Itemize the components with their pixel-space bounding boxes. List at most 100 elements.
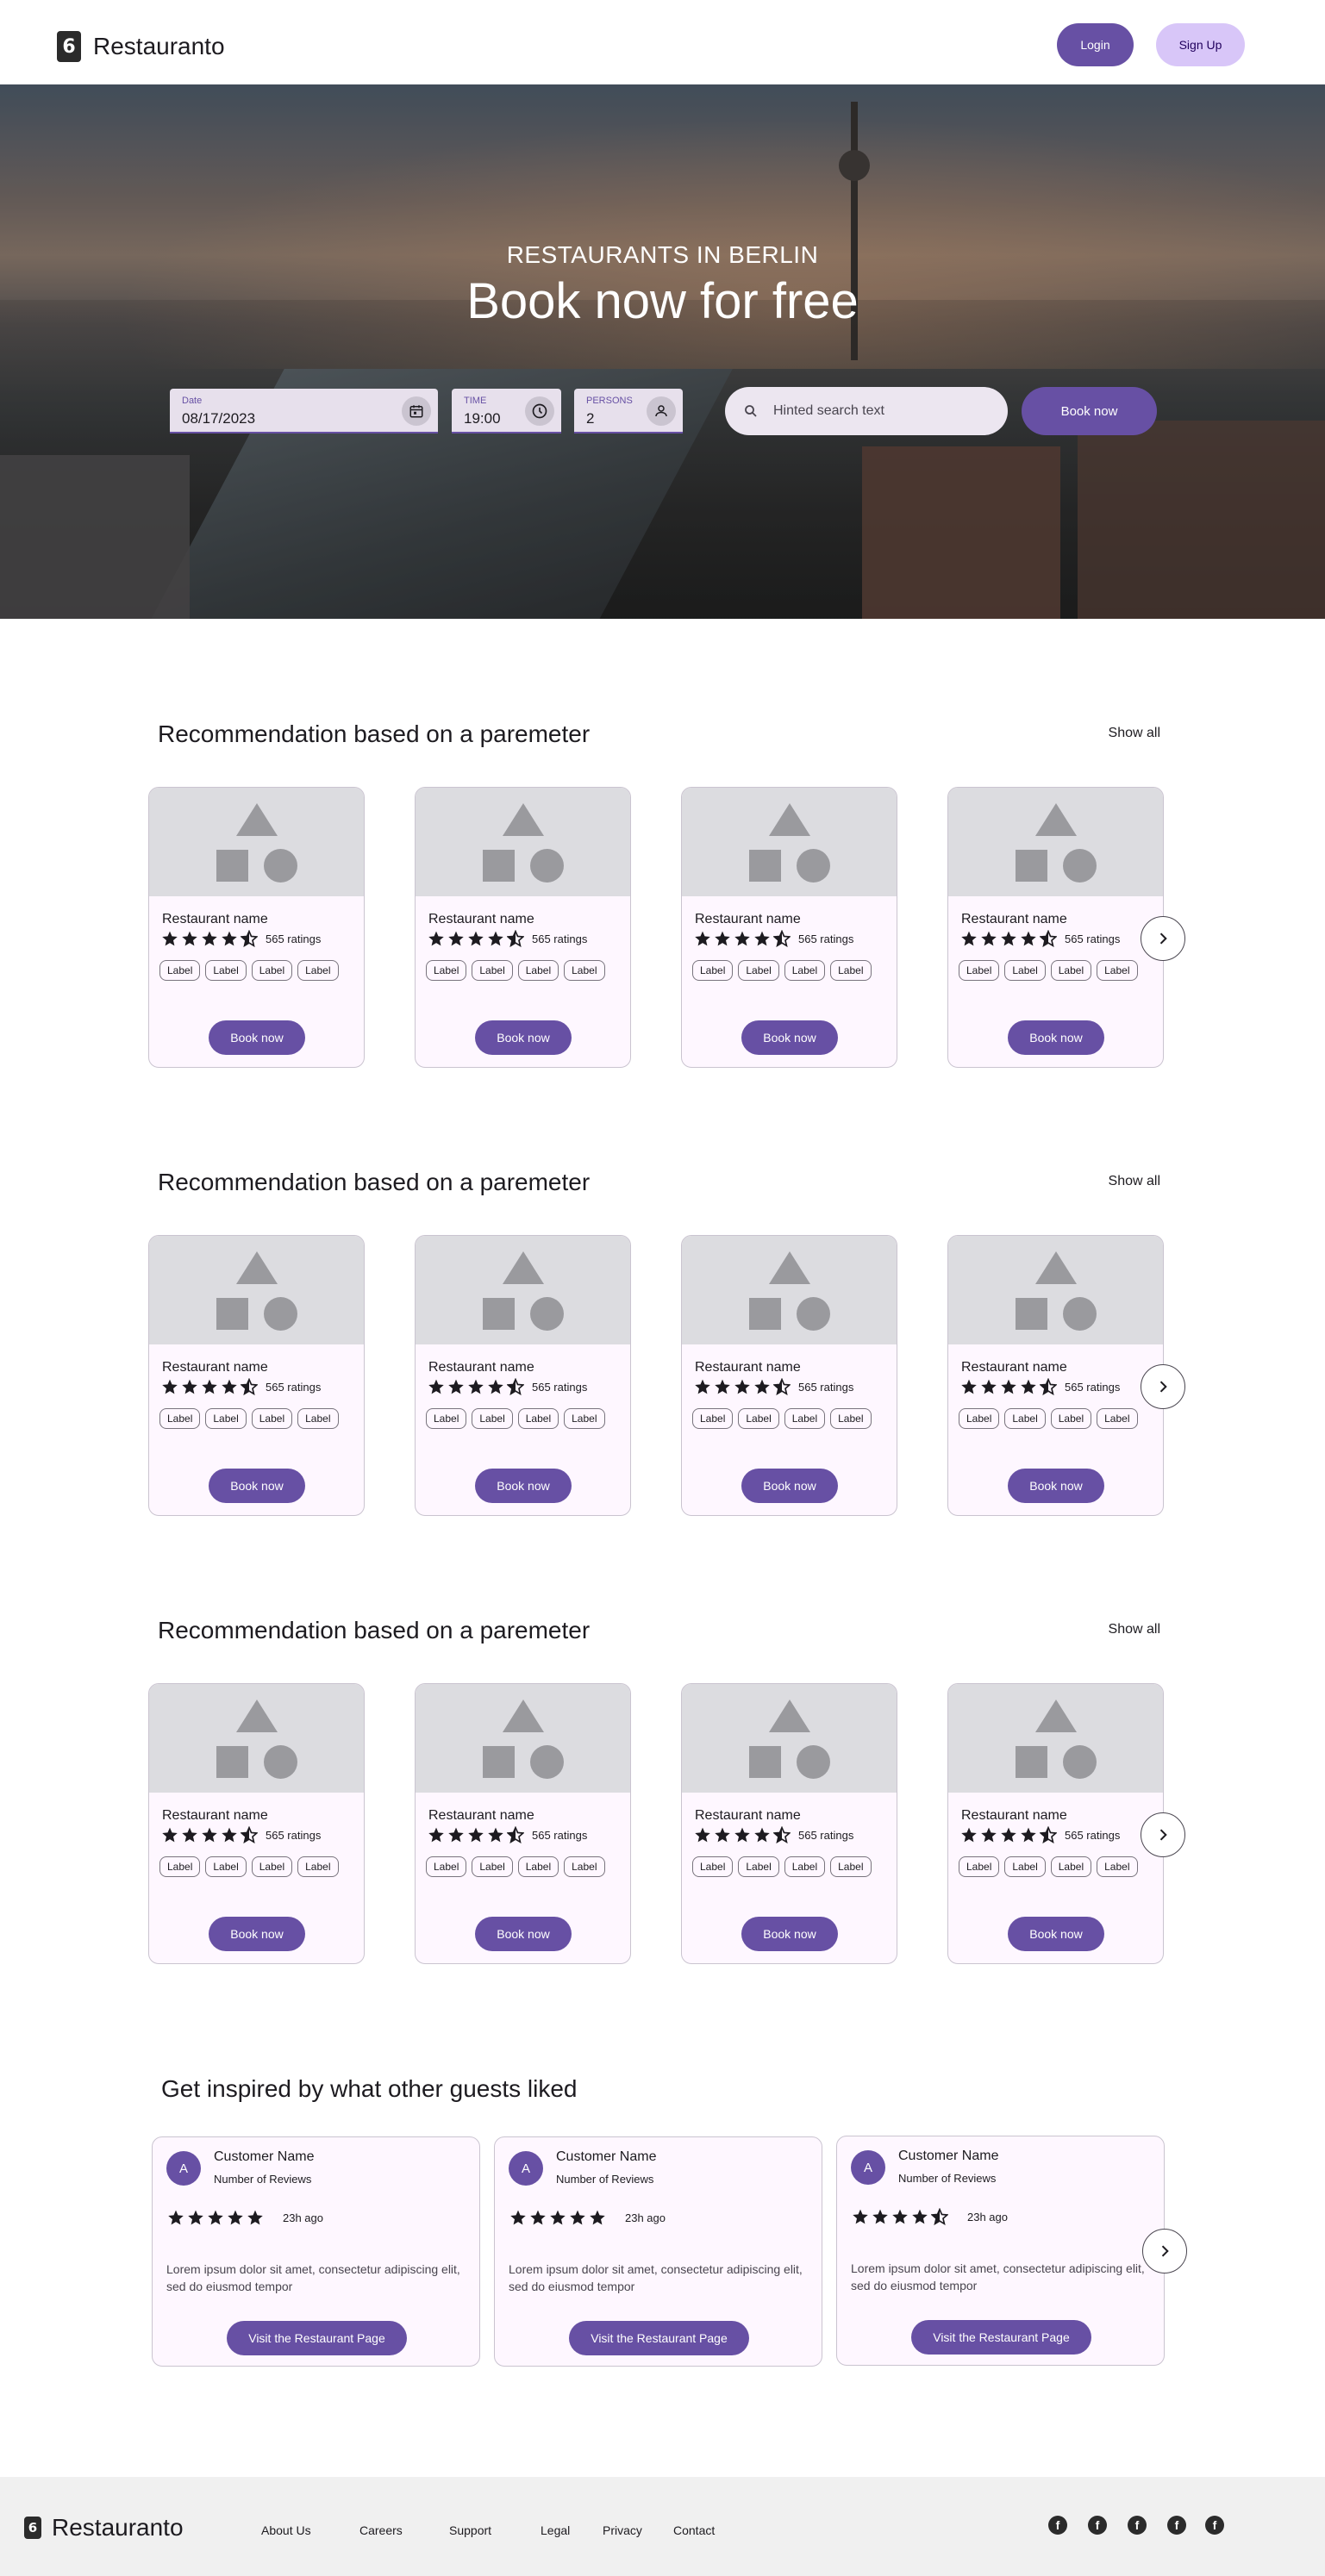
restaurant-card[interactable]: Restaurant name 565 ratings Label Label Labe…: [415, 1235, 631, 1516]
label-chip[interactable]: Label: [692, 960, 734, 981]
label-chip[interactable]: Label: [517, 1408, 559, 1429]
label-chip[interactable]: Label: [517, 960, 559, 981]
label-chip[interactable]: Label: [1097, 960, 1138, 981]
visit-restaurant-button[interactable]: Visit the Restaurant Page: [911, 2320, 1091, 2355]
label-chip[interactable]: Label: [830, 960, 872, 981]
label-chip[interactable]: Label: [205, 1408, 247, 1429]
book-now-button[interactable]: Book now: [475, 1020, 572, 1055]
label-chip[interactable]: Label: [159, 1856, 201, 1877]
visit-restaurant-button[interactable]: Visit the Restaurant Page: [569, 2321, 749, 2355]
search-bar[interactable]: [725, 387, 1008, 435]
label-chip[interactable]: Label: [1050, 960, 1092, 981]
label-chip[interactable]: Label: [205, 960, 247, 981]
label-chip[interactable]: Label: [472, 1856, 513, 1877]
label-chip[interactable]: Label: [784, 960, 826, 981]
time-field[interactable]: TIME 19:00: [452, 389, 561, 433]
date-field[interactable]: Date 08/17/2023: [170, 389, 438, 433]
footer-link-privacy[interactable]: Privacy: [603, 2523, 642, 2537]
book-now-button[interactable]: Book now: [475, 1469, 572, 1503]
book-now-button[interactable]: Book now: [1008, 1917, 1104, 1951]
clock-icon[interactable]: [525, 396, 554, 426]
carousel-next-button[interactable]: [1141, 1812, 1185, 1857]
label-chip[interactable]: Label: [1097, 1408, 1138, 1429]
book-now-button[interactable]: Book now: [741, 1469, 838, 1503]
label-chip[interactable]: Label: [426, 1408, 467, 1429]
restaurant-card[interactable]: Restaurant name 565 ratings Label Label Labe…: [947, 787, 1164, 1068]
search-input[interactable]: [773, 403, 989, 419]
label-chip[interactable]: Label: [692, 1408, 734, 1429]
label-chip[interactable]: Label: [1050, 1408, 1092, 1429]
restaurant-card[interactable]: Restaurant name 565 ratings Label Label Labe…: [415, 1683, 631, 1964]
label-chip[interactable]: Label: [159, 1408, 201, 1429]
show-all-link[interactable]: Show all: [1078, 1622, 1160, 1637]
label-chip[interactable]: Label: [297, 1408, 339, 1429]
label-chip[interactable]: Label: [426, 1856, 467, 1877]
book-now-button[interactable]: Book now: [209, 1469, 305, 1503]
book-now-button[interactable]: Book now: [209, 1020, 305, 1055]
person-icon[interactable]: [647, 396, 676, 426]
label-chip[interactable]: Label: [297, 1856, 339, 1877]
facebook-icon[interactable]: f: [1128, 2516, 1147, 2535]
hero-book-now-button[interactable]: Book now: [1022, 387, 1157, 435]
show-all-link[interactable]: Show all: [1078, 1174, 1160, 1189]
facebook-icon[interactable]: f: [1205, 2516, 1224, 2535]
label-chip[interactable]: Label: [564, 1856, 605, 1877]
book-now-button[interactable]: Book now: [209, 1917, 305, 1951]
carousel-next-button[interactable]: [1141, 916, 1185, 961]
restaurant-card[interactable]: Restaurant name 565 ratings Label Label Labe…: [681, 1235, 897, 1516]
book-now-button[interactable]: Book now: [475, 1917, 572, 1951]
label-chip[interactable]: Label: [426, 960, 467, 981]
footer-link-contact[interactable]: Contact: [673, 2523, 715, 2537]
restaurant-card[interactable]: Restaurant name 565 ratings Label Label Labe…: [148, 1235, 365, 1516]
label-chip[interactable]: Label: [472, 1408, 513, 1429]
label-chip[interactable]: Label: [692, 1856, 734, 1877]
book-now-button[interactable]: Book now: [1008, 1020, 1104, 1055]
carousel-next-button[interactable]: [1141, 1364, 1185, 1409]
label-chip[interactable]: Label: [1004, 960, 1046, 981]
label-chip[interactable]: Label: [738, 1408, 779, 1429]
facebook-icon[interactable]: f: [1048, 2516, 1067, 2535]
calendar-icon[interactable]: [402, 396, 431, 426]
label-chip[interactable]: Label: [1097, 1856, 1138, 1877]
label-chip[interactable]: Label: [251, 1856, 293, 1877]
footer-link-support[interactable]: Support: [449, 2523, 491, 2537]
label-chip[interactable]: Label: [1050, 1856, 1092, 1877]
brand-logo[interactable]: 6 Restauranto: [57, 31, 225, 62]
restaurant-card[interactable]: Restaurant name 565 ratings Label Label Labe…: [681, 1683, 897, 1964]
label-chip[interactable]: Label: [784, 1856, 826, 1877]
label-chip[interactable]: Label: [738, 960, 779, 981]
restaurant-card[interactable]: Restaurant name 565 ratings Label Label Labe…: [947, 1235, 1164, 1516]
label-chip[interactable]: Label: [830, 1856, 872, 1877]
book-now-button[interactable]: Book now: [741, 1917, 838, 1951]
show-all-link[interactable]: Show all: [1078, 726, 1160, 741]
label-chip[interactable]: Label: [517, 1856, 559, 1877]
facebook-icon[interactable]: f: [1088, 2516, 1107, 2535]
label-chip[interactable]: Label: [251, 1408, 293, 1429]
book-now-button[interactable]: Book now: [1008, 1469, 1104, 1503]
label-chip[interactable]: Label: [205, 1856, 247, 1877]
label-chip[interactable]: Label: [564, 960, 605, 981]
footer-link-careers[interactable]: Careers: [359, 2523, 403, 2537]
restaurant-card[interactable]: Restaurant name 565 ratings Label Label Labe…: [148, 787, 365, 1068]
login-button[interactable]: Login: [1057, 23, 1134, 66]
label-chip[interactable]: Label: [297, 960, 339, 981]
visit-restaurant-button[interactable]: Visit the Restaurant Page: [227, 2321, 407, 2355]
footer-logo[interactable]: 6 Restauranto: [24, 2514, 184, 2542]
label-chip[interactable]: Label: [1004, 1408, 1046, 1429]
reviews-next-button[interactable]: [1142, 2229, 1187, 2273]
facebook-icon[interactable]: f: [1167, 2516, 1186, 2535]
signup-button[interactable]: Sign Up: [1156, 23, 1245, 66]
restaurant-card[interactable]: Restaurant name 565 ratings Label Label Labe…: [681, 787, 897, 1068]
restaurant-card[interactable]: Restaurant name 565 ratings Label Label Labe…: [947, 1683, 1164, 1964]
restaurant-card[interactable]: Restaurant name 565 ratings Label Label Labe…: [148, 1683, 365, 1964]
book-now-button[interactable]: Book now: [741, 1020, 838, 1055]
label-chip[interactable]: Label: [564, 1408, 605, 1429]
label-chip[interactable]: Label: [159, 960, 201, 981]
footer-link-about[interactable]: About Us: [261, 2523, 311, 2537]
label-chip[interactable]: Label: [1004, 1856, 1046, 1877]
label-chip[interactable]: Label: [959, 1856, 1000, 1877]
label-chip[interactable]: Label: [830, 1408, 872, 1429]
label-chip[interactable]: Label: [251, 960, 293, 981]
persons-field[interactable]: PERSONS 2: [574, 389, 683, 433]
restaurant-card[interactable]: Restaurant name 565 ratings Label Label Labe…: [415, 787, 631, 1068]
